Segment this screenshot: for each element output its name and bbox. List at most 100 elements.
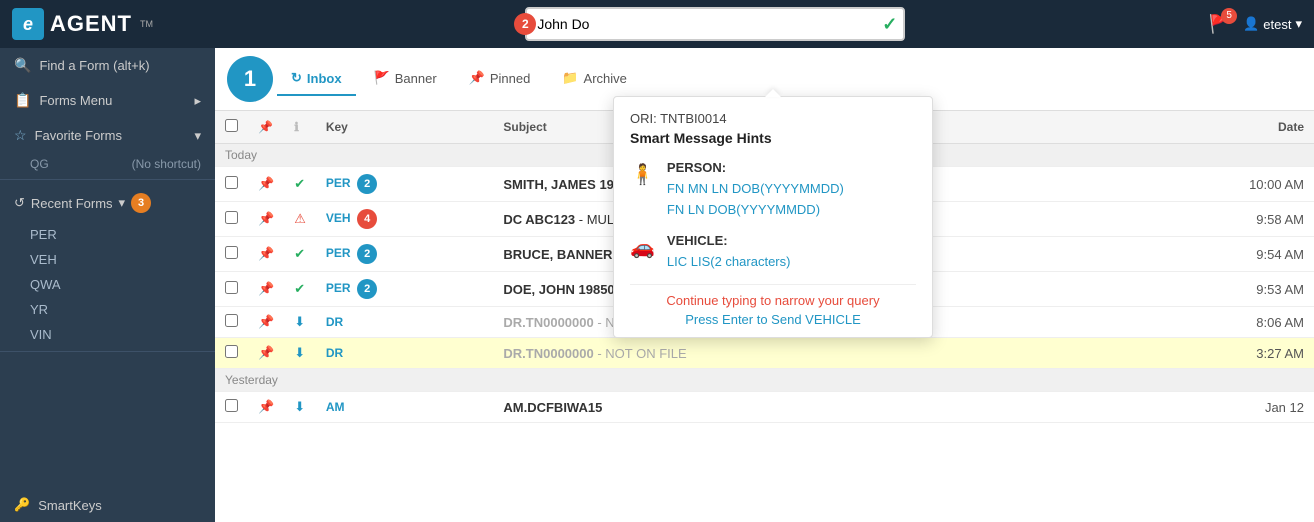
search-container: ✓	[525, 7, 905, 41]
select-all-checkbox[interactable]	[225, 119, 238, 132]
col-date: Date	[1127, 111, 1314, 144]
status-icon: ⬇	[284, 307, 316, 338]
row-type: VEH 4	[316, 202, 494, 237]
popup-continue-text: Continue typing to narrow your query	[630, 293, 916, 308]
col-pin: 📌	[248, 111, 284, 144]
col-info: ℹ	[284, 111, 316, 144]
row-type: AM	[316, 392, 494, 423]
shortcut-row: QG (No shortcut)	[0, 153, 215, 175]
row-checkbox[interactable]	[225, 176, 238, 189]
tab-banner[interactable]: 🚩 Banner	[360, 62, 451, 96]
main-area: 🔍 Find a Form (alt+k) 📋 Forms Menu ▸ ☆ F…	[0, 48, 1314, 522]
row-checkbox[interactable]	[225, 399, 238, 412]
row-type: DR	[316, 307, 494, 338]
recent-forms-icon: ↺	[14, 195, 25, 211]
person-icon: 🧍	[630, 162, 655, 187]
status-icon: ⬇	[284, 338, 316, 369]
pin-icon[interactable]: 📌	[248, 272, 284, 307]
top-bar: e AGENTTM 2 ✓ 🚩 5 👤 etest ▾	[0, 0, 1314, 48]
tab-archive-label: Archive	[584, 71, 627, 86]
forms-menu-icon: 📋	[14, 92, 31, 109]
sidebar-recent-veh[interactable]: VEH	[0, 247, 215, 272]
row-checkbox[interactable]	[225, 211, 238, 224]
search-badge: 2	[514, 13, 536, 35]
row-type: PER 2	[316, 272, 494, 307]
inbox-refresh-icon: ↻	[291, 70, 302, 86]
sidebar-recent-per[interactable]: PER	[0, 222, 215, 247]
row-type: DR	[316, 338, 494, 369]
row-date: 9:54 AM	[1127, 237, 1314, 272]
status-icon: ✔	[284, 272, 316, 307]
find-form-label: Find a Form (alt+k)	[39, 58, 149, 73]
sidebar-item-find-form[interactable]: 🔍 Find a Form (alt+k)	[0, 48, 215, 83]
popup-footer: Continue typing to narrow your query Pre…	[630, 293, 916, 327]
app-wrapper: e AGENTTM 2 ✓ 🚩 5 👤 etest ▾	[0, 0, 1314, 522]
popup-title: Smart Message Hints	[630, 130, 916, 146]
search-input[interactable]	[525, 7, 905, 41]
pin-icon[interactable]: 📌	[248, 307, 284, 338]
sidebar-item-smartkeys[interactable]: 🔑 SmartKeys	[0, 488, 215, 522]
row-checkbox[interactable]	[225, 281, 238, 294]
popup-ori: ORI: TNTBI0014	[630, 111, 916, 126]
pin-icon[interactable]: 📌	[248, 167, 284, 202]
row-type: PER 2	[316, 237, 494, 272]
right-area: 🚩 5 👤 etest ▾	[1209, 14, 1302, 35]
favorite-forms-arrow: ▾	[194, 128, 201, 144]
sidebar-item-favorite-forms[interactable]: ☆ Favorite Forms ▾	[0, 118, 215, 153]
status-icon: ✔	[284, 237, 316, 272]
vehicle-icon: 🚗	[630, 235, 655, 260]
tab-pinned[interactable]: 📌 Pinned	[455, 62, 545, 96]
search-area: 2 ✓	[222, 7, 1209, 41]
popup-person-section: 🧍 PERSON: FN MN LN DOB(YYYYMMDD) FN LN D…	[630, 160, 916, 221]
status-icon: ⬇	[284, 392, 316, 423]
sidebar-recent-vin[interactable]: VIN	[0, 322, 215, 347]
row-subject[interactable]: DR.TN0000000 - NOT ON FILE	[493, 338, 1127, 369]
row-checkbox[interactable]	[225, 314, 238, 327]
forms-menu-arrow: ▸	[194, 93, 201, 109]
pin-icon[interactable]: 📌	[248, 237, 284, 272]
status-icon: ⚠	[284, 202, 316, 237]
inbox-badge: 1	[227, 56, 273, 102]
tab-inbox[interactable]: ↻ Inbox	[277, 62, 356, 96]
popup-enter-button[interactable]: Press Enter to Send VEHICLE	[630, 312, 916, 327]
sidebar-item-recent-forms[interactable]: ↺ Recent Forms ▾ 3	[0, 184, 215, 222]
tab-inbox-label: Inbox	[307, 71, 342, 86]
row-date: 8:06 AM	[1127, 307, 1314, 338]
section-yesterday: Yesterday	[215, 369, 1314, 392]
user-menu-button[interactable]: 👤 etest ▾	[1243, 16, 1302, 32]
favorite-forms-label: Favorite Forms	[35, 128, 122, 143]
tab-pinned-label: Pinned	[490, 71, 530, 86]
recent-forms-label: Recent Forms	[31, 196, 113, 211]
logo-area: e AGENTTM	[12, 8, 222, 40]
col-checkbox	[215, 111, 248, 144]
forms-menu-label: Forms Menu	[39, 93, 112, 108]
sidebar-recent-qwa[interactable]: QWA	[0, 272, 215, 297]
col-key: Key	[316, 111, 494, 144]
smartkeys-label: SmartKeys	[38, 498, 102, 513]
tab-archive[interactable]: 📁 Archive	[548, 62, 641, 96]
sidebar-item-forms-menu[interactable]: 📋 Forms Menu ▸	[0, 83, 215, 118]
table-row: 📌 ⬇ DR DR.TN0000000 - NOT ON FILE 3:27 A…	[215, 338, 1314, 369]
pinned-icon: 📌	[469, 70, 485, 86]
row-subject[interactable]: AM.DCFBIWA15	[493, 392, 1127, 423]
pin-icon[interactable]: 📌	[248, 392, 284, 423]
app-name: AGENT	[50, 11, 132, 37]
sidebar: 🔍 Find a Form (alt+k) 📋 Forms Menu ▸ ☆ F…	[0, 48, 215, 522]
logo-icon: e	[12, 8, 44, 40]
smartkeys-icon: 🔑	[14, 497, 30, 513]
search-confirm-icon: ✓	[882, 14, 897, 35]
popup-person-hints: FN MN LN DOB(YYYYMMDD) FN LN DOB(YYYYMMD…	[667, 179, 844, 221]
notification-button[interactable]: 🚩 5	[1209, 14, 1231, 35]
row-date: 3:27 AM	[1127, 338, 1314, 369]
row-date: 9:53 AM	[1127, 272, 1314, 307]
sidebar-recent-yr[interactable]: YR	[0, 297, 215, 322]
pin-icon[interactable]: 📌	[248, 202, 284, 237]
shortcut-key: QG	[30, 157, 49, 171]
pin-icon[interactable]: 📌	[248, 338, 284, 369]
archive-icon: 📁	[562, 70, 578, 86]
row-checkbox[interactable]	[225, 345, 238, 358]
row-checkbox[interactable]	[225, 246, 238, 259]
table-row: 📌 ⬇ AM AM.DCFBIWA15 Jan 12	[215, 392, 1314, 423]
tab-banner-label: Banner	[395, 71, 437, 86]
shortcut-value: (No shortcut)	[132, 157, 201, 171]
